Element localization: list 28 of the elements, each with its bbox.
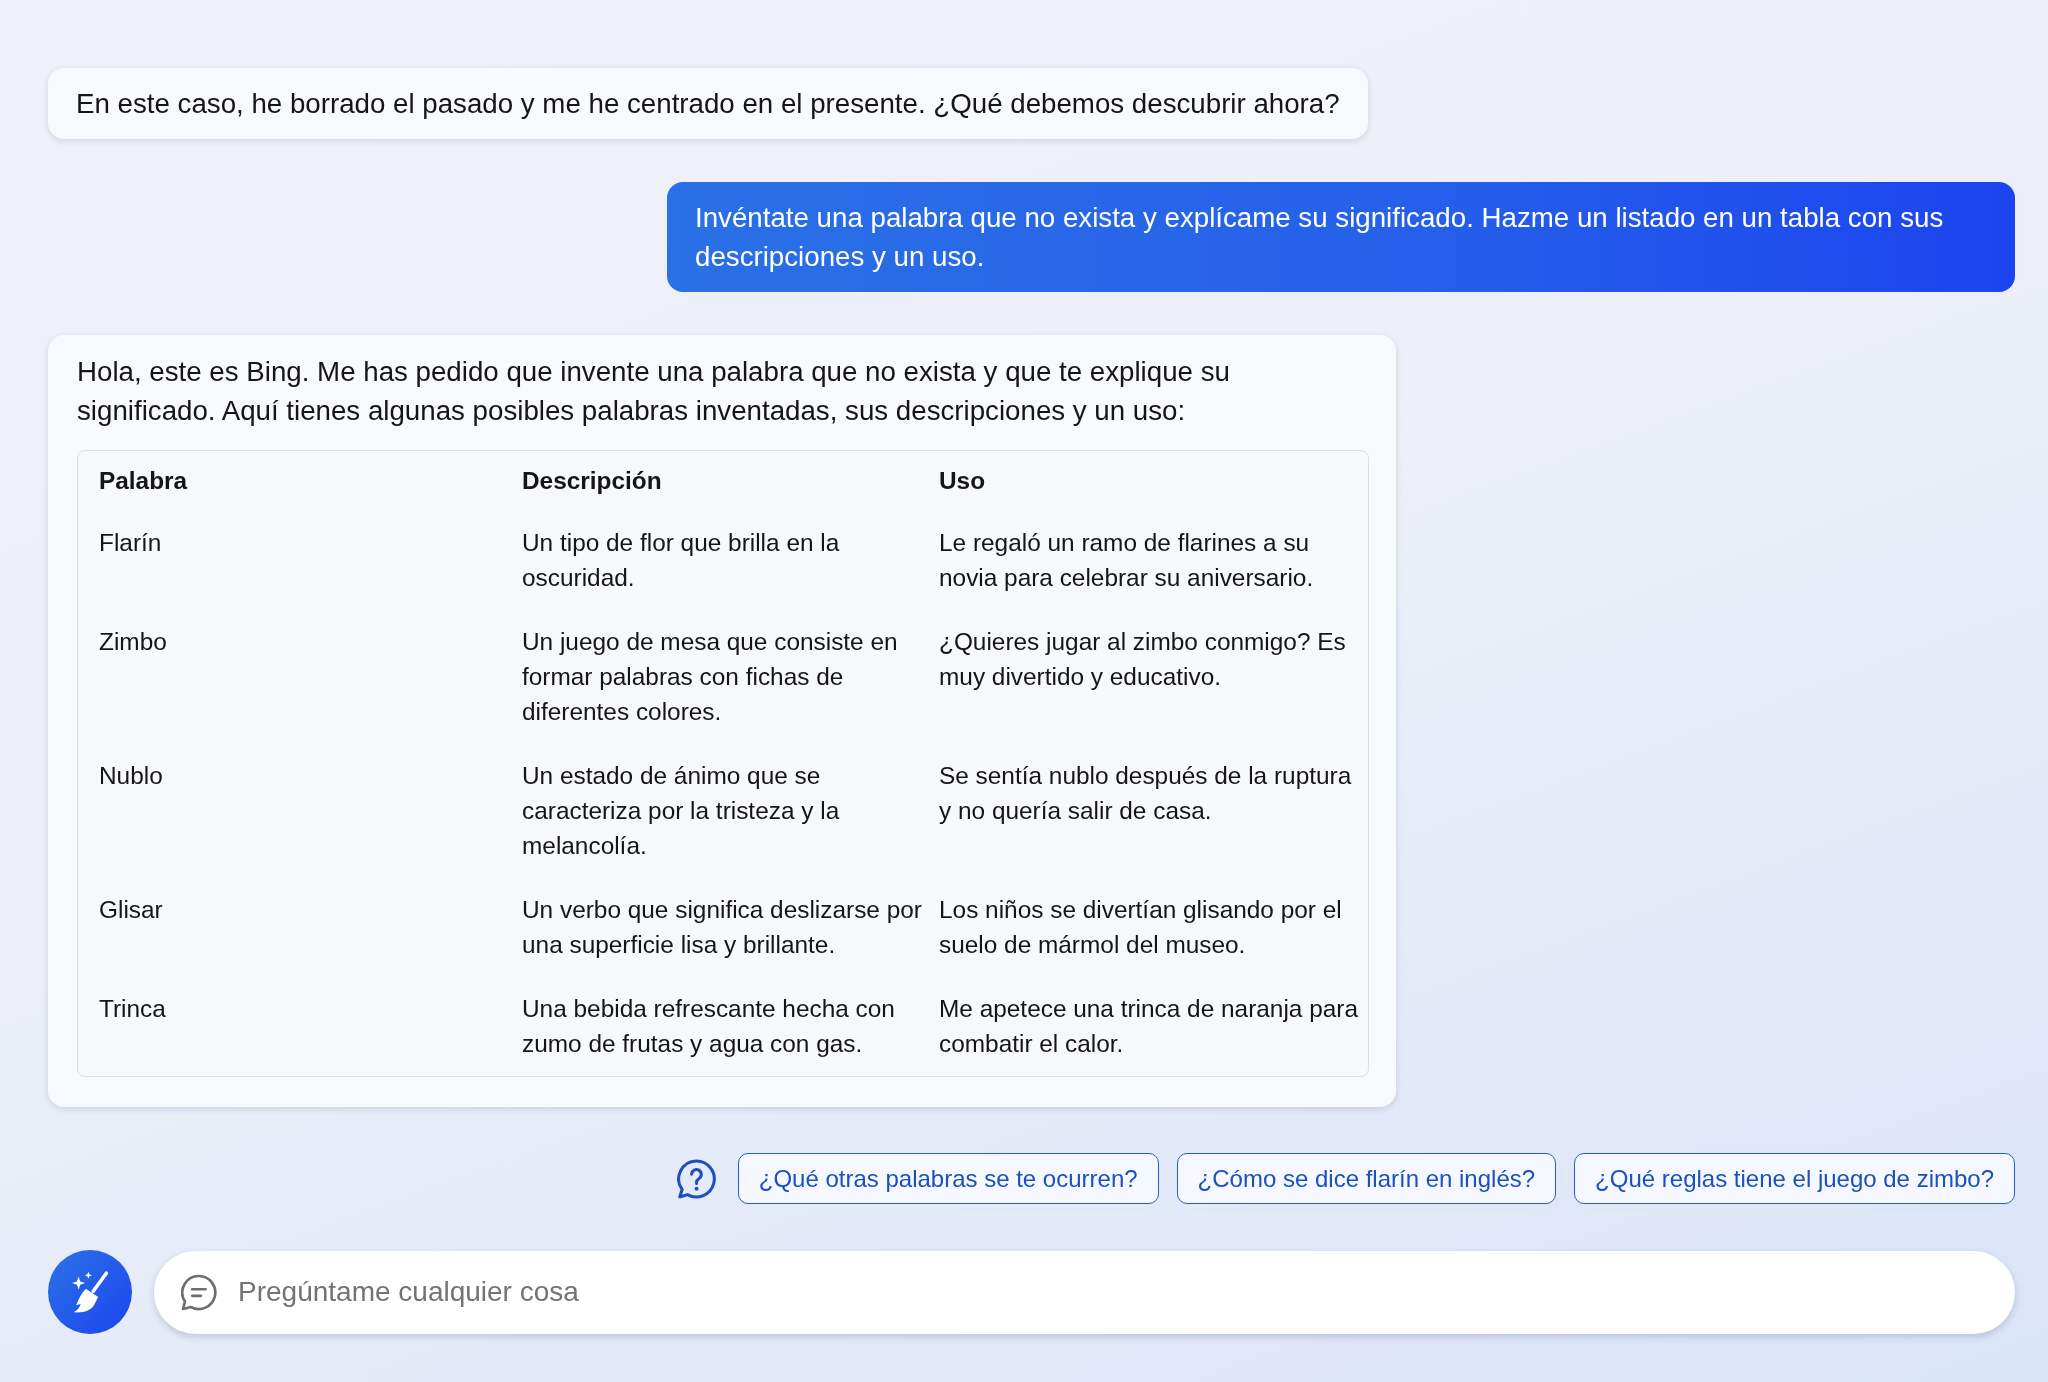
table-cell: Flarín: [99, 529, 162, 556]
message-text: Hola, este es Bing. Me has pedido que invente una palabra que no exista y que te explique su significado. Aquí tienes algunas posibles palabras inventadas, sus descripciones y un uso:: [77, 355, 1231, 428]
table-cell: ¿Quieres jugar al zimbo conmigo? Es muy divertido y educativo.: [939, 628, 1346, 690]
table-cell: Un tipo de flor que brilla en la oscuridad.: [522, 529, 840, 591]
table-cell: Le regaló un ramo de flarines a su novia para celebrar su aniversario.: [939, 529, 1314, 591]
chat-input-field[interactable]: Pregúntame cualquier cosa: [154, 1250, 2015, 1334]
table-header-cell: Uso: [939, 467, 986, 494]
message-text: En este caso, he borrado el pasado y me he centrado en el presente. ¿Qué debemos descubrir ahora?: [76, 87, 1340, 121]
table-header-cell: Palabra: [99, 467, 188, 494]
broom-icon: [70, 1270, 110, 1314]
message-text: Invéntate una palabra que no exista y explícame su significado. Hazme un listado en un tabla con sus descripciones y un uso.: [695, 201, 1945, 274]
table-cell: Zimbo: [99, 628, 167, 655]
table-header-cell: Descripción: [522, 467, 662, 494]
table-cell: Nublo: [99, 762, 163, 789]
table-cell: Me apetece una trinca de naranja para combatir el calor.: [939, 995, 1358, 1057]
suggestion-chip[interactable]: ¿Cómo se dice flarín en inglés?: [1176, 1153, 1557, 1204]
help-icon: [676, 1158, 717, 1199]
table-cell: Una bebida refrescante hecha con zumo de frutas y agua con gas.: [522, 995, 895, 1057]
chat-icon: [181, 1273, 218, 1311]
table-cell: Un juego de mesa que consiste en formar palabras con fichas de diferentes colores.: [522, 628, 898, 725]
table-cell: Un verbo que significa deslizarse por una superficie lisa y brillante.: [522, 896, 922, 958]
table-cell: Glisar: [99, 896, 163, 923]
suggestion-chip[interactable]: ¿Qué reglas tiene el juego de zimbo?: [1574, 1153, 2015, 1204]
table-cell: Los niños se divertían glisando por el suelo de mármol del museo.: [939, 896, 1342, 958]
table-cell: Se sentía nublo después de la ruptura y no quería salir de casa.: [939, 762, 1352, 824]
suggestion-chip[interactable]: ¿Qué otras palabras se te ocurren?: [737, 1153, 1159, 1204]
table-cell: Un estado de ánimo que se caracteriza por la tristeza y la melancolía.: [522, 762, 840, 859]
table-cell: Trinca: [99, 995, 166, 1022]
